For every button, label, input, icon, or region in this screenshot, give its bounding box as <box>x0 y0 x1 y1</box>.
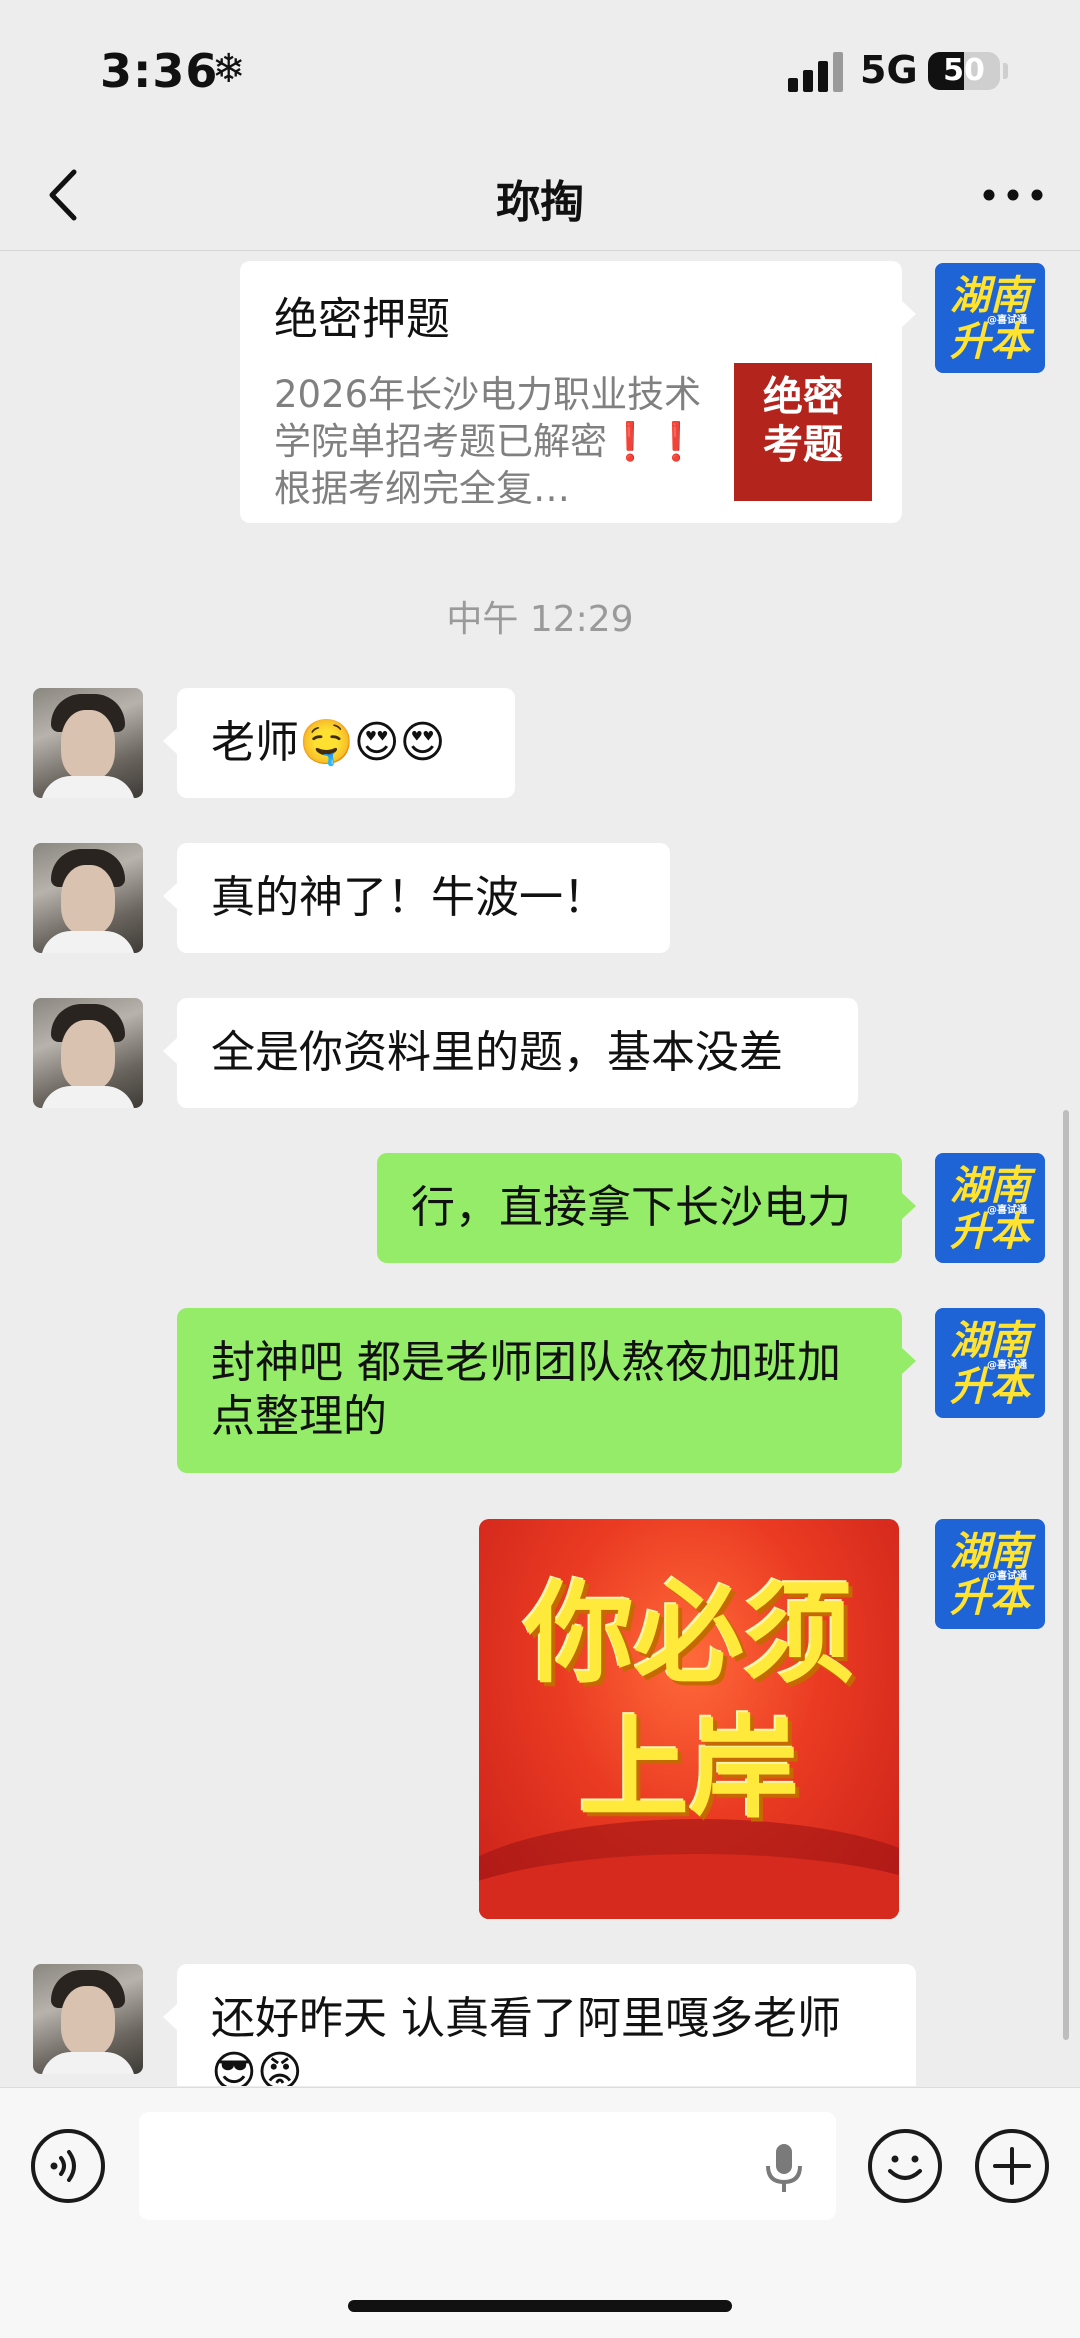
chat-title: 珎掏 <box>496 177 584 228</box>
voice-icon[interactable] <box>31 2129 105 2203</box>
snowflake-icon: ❄ <box>212 46 246 92</box>
avatar-brand[interactable]: 湖南 @喜试通 升本 <box>935 1519 1045 1629</box>
avatar-brand-line2: 升本 <box>950 1364 1030 1410</box>
avatar-contact[interactable] <box>33 1964 143 2074</box>
emoji-icon[interactable] <box>868 2129 942 2203</box>
message-bubble-incoming[interactable]: 真的神了！牛波一！ <box>163 843 670 953</box>
input-bar <box>0 2087 1080 2338</box>
mic-icon[interactable] <box>759 2140 809 2196</box>
avatar-contact[interactable] <box>33 843 143 953</box>
signal-icon <box>788 50 844 92</box>
sticker-line2: 上岸 <box>579 1705 799 1833</box>
avatar-brand-line2: 升本 <box>950 1575 1030 1621</box>
nav-bar: 珎掏 <box>0 140 1080 251</box>
battery-icon: 50 <box>928 52 1000 90</box>
chat-area[interactable]: 绝密押题 2026年长沙电力职业技术学院单招考题已解密❗❗根据考纲完全复… 绝密… <box>0 251 1080 2086</box>
card-thumb-line2: 考题 <box>763 422 843 468</box>
message-bubble-outgoing[interactable]: 封神吧 都是老师团队熬夜加班加点整理的 <box>177 1308 916 1473</box>
battery-percent: 50 <box>943 53 985 88</box>
card-title: 绝密押题 <box>274 294 450 345</box>
network-type: 5G <box>860 48 918 92</box>
message-emoji: 🤤😍😍 <box>299 717 446 768</box>
home-indicator[interactable] <box>348 2300 732 2312</box>
message-text: 封神吧 都是老师团队熬夜加班加点整理的 <box>211 1337 841 1442</box>
message-text: 全是你资料里的题，基本没差 <box>211 1027 783 1078</box>
avatar-brand-line2: 升本 <box>950 1209 1030 1255</box>
avatar-contact[interactable] <box>33 998 143 1108</box>
message-bubble-outgoing[interactable]: 行，直接拿下长沙电力 <box>377 1153 916 1263</box>
status-time: 3:36 <box>100 44 219 98</box>
sticker-line1: 你必须 <box>524 1570 854 1698</box>
card-description: 2026年长沙电力职业技术学院单招考题已解密❗❗根据考纲完全复… <box>274 373 702 510</box>
card-thumbnail: 绝密 考题 <box>734 363 872 501</box>
avatar-brand[interactable]: 湖南 @喜试通 升本 <box>935 1153 1045 1263</box>
message-bubble-incoming[interactable]: 全是你资料里的题，基本没差 <box>163 998 858 1108</box>
message-input[interactable] <box>139 2112 836 2220</box>
avatar-contact[interactable] <box>33 688 143 798</box>
message-text: 真的神了！牛波一！ <box>211 872 607 923</box>
avatar-brand[interactable]: 湖南 @喜试通 升本 <box>935 263 1045 373</box>
message-text: 老师 <box>211 717 299 768</box>
avatar-brand[interactable]: 湖南 @喜试通 升本 <box>935 1308 1045 1418</box>
more-icon[interactable] <box>978 180 1048 210</box>
message-timestamp: 中午 12:29 <box>446 599 634 640</box>
message-text: 行，直接拿下长沙电力 <box>411 1182 851 1233</box>
card-thumb-line1: 绝密 <box>763 374 843 420</box>
battery-cap <box>1003 63 1008 79</box>
message-emoji: 😎😡 <box>211 2047 303 2086</box>
message-text: 还好昨天 认真看了阿里嘎多老师 <box>211 1993 841 2044</box>
status-bar: 3:36 ❄ 5G 50 <box>0 0 1080 140</box>
plus-icon[interactable] <box>975 2129 1049 2203</box>
message-bubble-incoming[interactable]: 老师🤤😍😍 <box>163 688 515 798</box>
shared-article-card[interactable]: 绝密押题 2026年长沙电力职业技术学院单招考题已解密❗❗根据考纲完全复… 绝密… <box>240 261 916 523</box>
avatar-brand-line2: 升本 <box>950 319 1030 365</box>
sticker-image[interactable]: 你必须 上岸 <box>479 1519 899 1919</box>
message-bubble-incoming[interactable]: 还好昨天 认真看了阿里嘎多老师 😎😡 <box>163 1964 916 2086</box>
chat-scrollbar[interactable] <box>1063 1110 1069 2040</box>
